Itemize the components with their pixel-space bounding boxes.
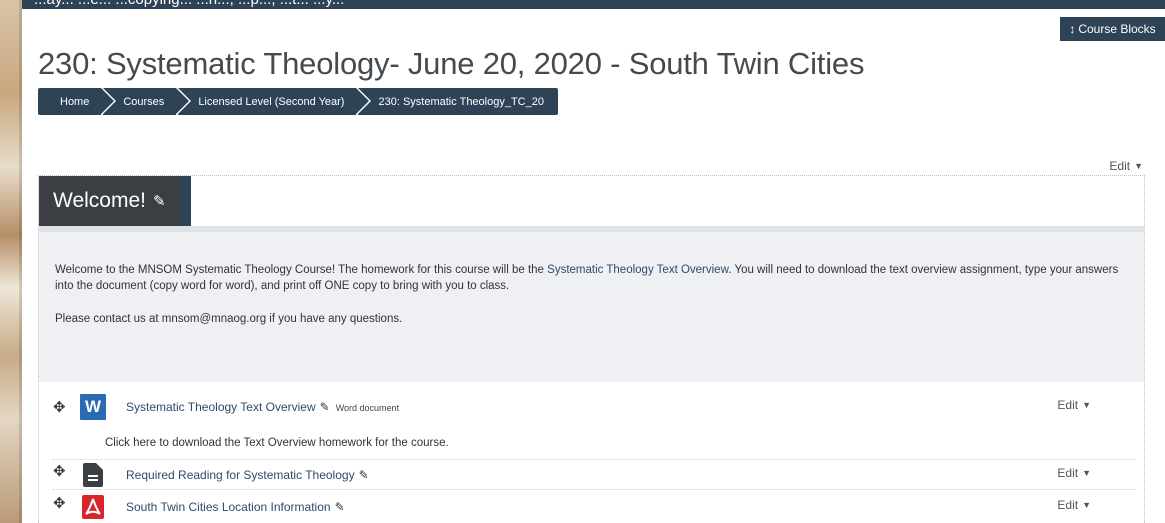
activity-edit-menu[interactable]: Edit ▼ xyxy=(1057,498,1091,512)
banner-text: ...ay... ...e... ...copying... ...n..., … xyxy=(34,0,344,8)
caret-down-icon: ▼ xyxy=(1082,500,1091,510)
caret-down-icon: ▼ xyxy=(1134,161,1143,171)
pencil-icon[interactable]: ✎ xyxy=(153,192,166,210)
pdf-icon xyxy=(80,494,106,520)
activity-edit-menu[interactable]: Edit ▼ xyxy=(1057,466,1091,480)
activity-edit-menu[interactable]: Edit ▼ xyxy=(1057,398,1091,412)
up-down-arrow-icon: ↕ xyxy=(1069,22,1076,36)
pencil-icon[interactable]: ✎ xyxy=(320,400,330,414)
document-icon xyxy=(80,462,106,488)
section-title-bar: Welcome! ✎ xyxy=(39,176,191,226)
section-summary: Welcome to the MNSOM Systematic Theology… xyxy=(39,232,1144,382)
activity-list: ✥ W Systematic Theology Text Overview ✎ Wo… xyxy=(39,382,1144,523)
move-icon[interactable]: ✥ xyxy=(53,398,66,416)
section-title-accent xyxy=(179,176,191,226)
edit-label: Edit xyxy=(1057,466,1079,480)
pencil-icon[interactable]: ✎ xyxy=(359,468,369,482)
activity-link[interactable]: Required Reading for Systematic Theology… xyxy=(126,468,369,482)
activity-description: Click here to download the Text Overview… xyxy=(105,437,449,449)
pencil-icon[interactable]: ✎ xyxy=(335,500,345,514)
background-photo-edge xyxy=(0,0,22,523)
caret-down-icon: ▼ xyxy=(1082,468,1091,478)
activity-title: Systematic Theology Text Overview xyxy=(126,400,316,414)
word-icon: W xyxy=(80,394,106,420)
activity-item: ✥ W Systematic Theology Text Overview ✎ Wo… xyxy=(53,392,1135,449)
course-blocks-label: Course Blocks xyxy=(1078,22,1156,36)
breadcrumb: Home Courses Licensed Level (Second Year… xyxy=(38,88,560,115)
move-icon[interactable]: ✥ xyxy=(53,462,66,480)
top-banner: ...ay... ...e... ...copying... ...n..., … xyxy=(22,0,1165,9)
activity-title: Required Reading for Systematic Theology xyxy=(126,468,355,482)
page-title: 230: Systematic Theology- June 20, 2020 … xyxy=(38,46,865,81)
activity-item: ✥ Required Reading for Systematic Theolo… xyxy=(53,459,1135,490)
breadcrumb-home[interactable]: Home xyxy=(38,88,117,115)
edit-label: Edit xyxy=(1057,498,1079,512)
course-blocks-button[interactable]: ↕ Course Blocks xyxy=(1060,17,1165,41)
activity-type: Word document xyxy=(335,403,400,413)
activity-title: South Twin Cities Location Information xyxy=(126,500,331,514)
section-edit-menu[interactable]: Edit ▼ xyxy=(1109,159,1143,173)
welcome-section: Welcome! ✎ Welcome to the MNSOM Systemat… xyxy=(38,175,1145,523)
summary-paragraph-1: Welcome to the MNSOM Systematic Theology… xyxy=(55,262,1135,294)
activity-link[interactable]: Systematic Theology Text Overview ✎ Word d… xyxy=(126,400,399,414)
activity-link[interactable]: South Twin Cities Location Information ✎ xyxy=(126,500,345,514)
section-title: Welcome! xyxy=(53,189,146,212)
breadcrumb-current-course[interactable]: 230: Systematic Theology_TC_20 xyxy=(358,88,558,115)
breadcrumb-licensed-level[interactable]: Licensed Level (Second Year) xyxy=(178,88,372,115)
edit-label: Edit xyxy=(1057,398,1079,412)
text-overview-link[interactable]: Systematic Theology Text Overview xyxy=(547,264,728,276)
move-icon[interactable]: ✥ xyxy=(53,494,66,512)
edit-label: Edit xyxy=(1109,159,1131,173)
caret-down-icon: ▼ xyxy=(1082,400,1091,410)
activity-item: ✥ South Twin Cities Location Information… xyxy=(53,492,1135,523)
summary-paragraph-2: Please contact us at mnsom@mnaog.org if … xyxy=(55,313,403,325)
summary-text: Welcome to the MNSOM Systematic Theology… xyxy=(55,264,548,276)
